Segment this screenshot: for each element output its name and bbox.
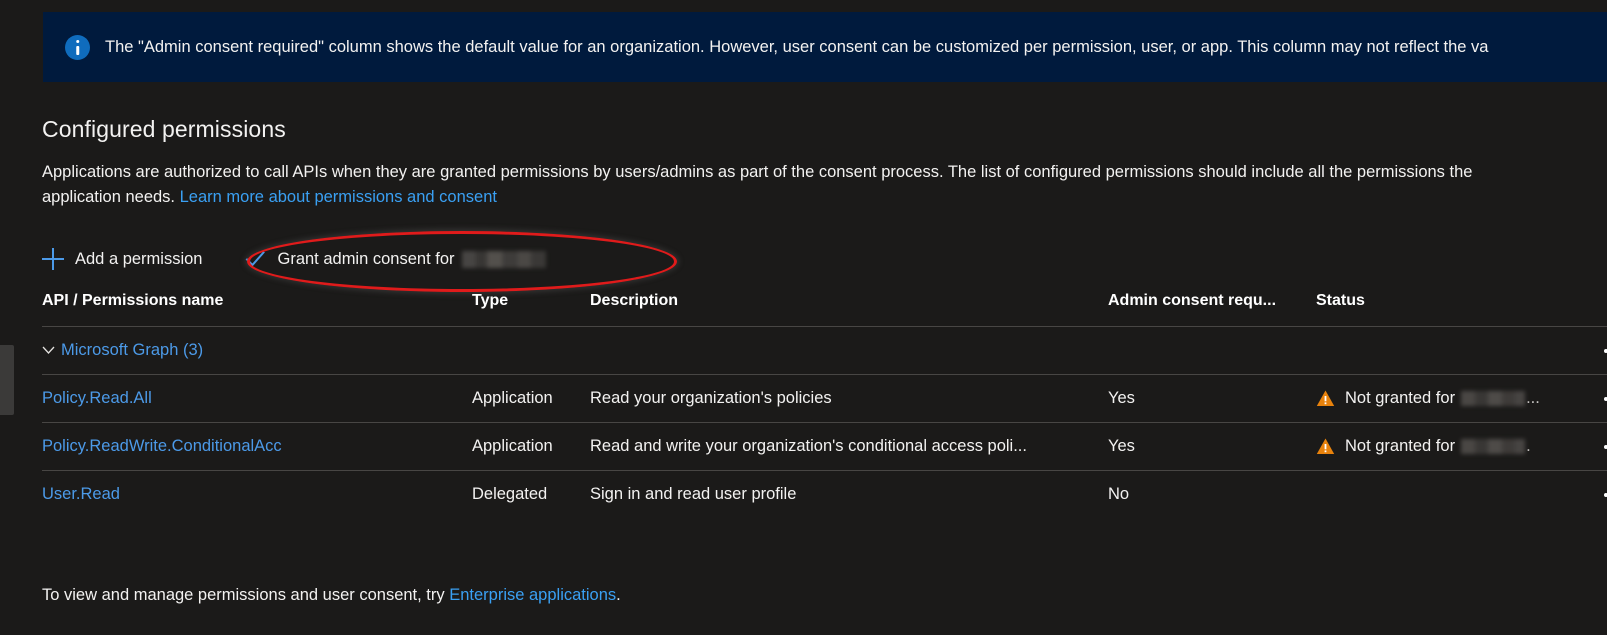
- info-banner-text: The "Admin consent required" column show…: [105, 38, 1489, 56]
- table-row: User.Read Delegated Sign in and read use…: [42, 470, 1607, 518]
- redacted-tenant-name: [461, 250, 546, 268]
- add-permission-label: Add a permission: [75, 249, 203, 268]
- permission-name-cell: User.Read: [42, 470, 472, 518]
- section-description: Applications are authorized to call APIs…: [42, 160, 1512, 210]
- info-banner: The "Admin consent required" column show…: [43, 12, 1607, 82]
- page-title: Configured permissions: [42, 116, 286, 142]
- admin-consent-cell: Yes: [1108, 374, 1316, 423]
- row-context-menu-button[interactable]: [1588, 396, 1607, 401]
- status-truncation: ...: [1526, 389, 1540, 407]
- command-bar: Add a permission Grant admin consent for: [42, 242, 546, 276]
- type-cell: [472, 326, 590, 375]
- column-header-description[interactable]: Description: [590, 292, 1108, 327]
- api-group-link[interactable]: Microsoft Graph (3): [61, 341, 203, 359]
- add-permission-button[interactable]: Add a permission: [42, 242, 202, 276]
- status-cell: [1316, 326, 1588, 375]
- row-context-menu-button[interactable]: [1588, 492, 1607, 497]
- status-cell: [1316, 470, 1588, 518]
- admin-consent-cell: [1108, 326, 1316, 375]
- learn-more-permissions-link[interactable]: Learn more about permissions and consent: [180, 188, 497, 206]
- permission-link[interactable]: Policy.ReadWrite.ConditionalAcc: [42, 437, 282, 455]
- row-actions-cell: [1588, 470, 1607, 518]
- checkmark-icon: [246, 251, 266, 267]
- redacted-tenant-name: [1461, 439, 1526, 454]
- type-cell: Delegated: [472, 470, 590, 518]
- grant-admin-consent-button[interactable]: Grant admin consent for: [244, 242, 546, 276]
- column-header-admin-consent[interactable]: Admin consent requ...: [1108, 292, 1316, 327]
- table-header-row: API / Permissions name Type Description …: [42, 292, 1607, 327]
- table-row: Policy.ReadWrite.ConditionalAcc Applicat…: [42, 422, 1607, 471]
- admin-consent-cell: No: [1108, 470, 1316, 518]
- description-cell: Read and write your organization's condi…: [590, 422, 1108, 471]
- status-cell: Not granted for .: [1316, 422, 1588, 471]
- panel-collapse-handle[interactable]: [0, 345, 14, 415]
- table-row: Policy.Read.All Application Read your or…: [42, 374, 1607, 423]
- row-context-menu-button[interactable]: [1588, 444, 1607, 449]
- permission-name-cell: Policy.ReadWrite.ConditionalAcc: [42, 422, 472, 471]
- row-context-menu-button[interactable]: [1588, 348, 1607, 353]
- footer-note-period: .: [616, 586, 621, 604]
- permission-name-cell: Policy.Read.All: [42, 374, 472, 423]
- footer-note: To view and manage permissions and user …: [42, 583, 621, 607]
- row-actions-cell: [1588, 374, 1607, 423]
- status-truncation: .: [1526, 437, 1531, 455]
- column-header-api-permissions-name[interactable]: API / Permissions name: [42, 292, 472, 327]
- status-text: Not granted for: [1345, 389, 1456, 407]
- status-text: Not granted for: [1345, 437, 1456, 455]
- description-cell: [590, 326, 1108, 375]
- column-header-actions: [1588, 292, 1607, 327]
- warning-icon: [1316, 438, 1335, 454]
- enterprise-applications-link[interactable]: Enterprise applications: [449, 586, 616, 604]
- column-header-status[interactable]: Status: [1316, 292, 1588, 327]
- permissions-table: API / Permissions name Type Description …: [42, 292, 1607, 518]
- footer-note-text: To view and manage permissions and user …: [42, 586, 450, 604]
- table-row: Microsoft Graph (3): [42, 326, 1607, 375]
- row-actions-cell: [1588, 422, 1607, 471]
- redacted-tenant-name: [1461, 391, 1526, 406]
- admin-consent-cell: Yes: [1108, 422, 1316, 471]
- type-cell: Application: [472, 374, 590, 423]
- row-actions-cell: [1588, 326, 1607, 375]
- column-header-type[interactable]: Type: [472, 292, 590, 327]
- plus-icon: [42, 248, 64, 270]
- info-icon: [65, 34, 90, 60]
- type-cell: Application: [472, 422, 590, 471]
- description-cell: Read your organization's policies: [590, 374, 1108, 423]
- chevron-down-icon[interactable]: [42, 346, 55, 354]
- permission-link[interactable]: User.Read: [42, 485, 120, 503]
- grant-admin-consent-label: Grant admin consent for: [277, 249, 455, 268]
- status-cell: Not granted for ...: [1316, 374, 1588, 423]
- permission-link[interactable]: Policy.Read.All: [42, 389, 152, 407]
- description-cell: Sign in and read user profile: [590, 470, 1108, 518]
- api-group-cell: Microsoft Graph (3): [42, 326, 472, 375]
- warning-icon: [1316, 390, 1335, 406]
